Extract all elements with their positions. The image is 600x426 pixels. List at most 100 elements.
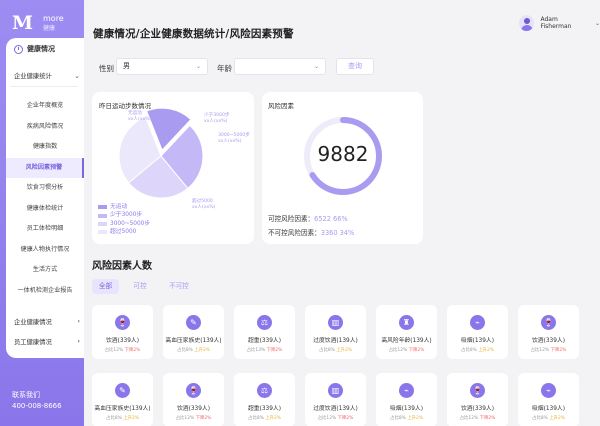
tile-name: 高风险年龄(139人) — [381, 338, 432, 344]
tile-name: 吸烟(139人) — [390, 406, 423, 412]
risk-tile[interactable]: ♜ 高风险年龄(139人) 占比12% 下降2% — [376, 305, 437, 359]
chevron-right-icon: › — [77, 318, 80, 325]
sidebar-group-label: 企业健康统计 — [14, 73, 52, 80]
tile-meta: 占比8% 上升2% — [163, 347, 224, 353]
gender-select[interactable]: 男 ⌄ — [116, 58, 208, 75]
tile-trend: 下降2% — [550, 348, 567, 353]
tile-name: 吸烟(139人) — [461, 338, 494, 344]
sidebar-subitem[interactable]: 健康体检统计 — [6, 199, 84, 220]
tile-meta: 占比8% 上升2% — [376, 415, 437, 421]
risk-tile[interactable]: 🍷 饮酒(339人) 占比12% 下降2% — [518, 305, 579, 359]
gender-label: 性别 — [99, 64, 114, 73]
food-icon: ✎ — [115, 383, 130, 398]
uncontrollable-label: 不可控风险因素： — [268, 229, 321, 237]
sidebar-subitem[interactable]: 风险因素预警 — [6, 157, 84, 178]
tab-all[interactable]: 全部 — [92, 279, 119, 294]
brand-mark: M — [12, 12, 33, 34]
query-button[interactable]: 查询 — [336, 58, 374, 75]
tile-trend: 下降2% — [266, 348, 283, 353]
tile-meta: 占比12% 下降2% — [163, 415, 224, 421]
wine-icon: 🍷 — [115, 315, 130, 330]
gender-value: 男 — [123, 62, 130, 70]
tile-trend: 下降2% — [124, 348, 141, 353]
risk-tile[interactable]: ⌁ 吸烟(139人) 占比8% 上升2% — [376, 373, 437, 426]
brand-word: more — [43, 14, 64, 23]
tile-name: 过度饮酒(139人) — [313, 406, 358, 412]
contact-label: 联系我们 — [12, 391, 40, 399]
sidebar-item-health[interactable]: 健康情况 — [6, 42, 78, 56]
breadcrumb: 健康情况/企业健康数据统计/风险因素预警 — [93, 28, 294, 40]
tile-percent: 占比13% — [246, 348, 266, 353]
sidebar-subitem[interactable]: 健康人物执行情况 — [6, 240, 84, 261]
tab-controllable[interactable]: 可控 — [128, 279, 152, 294]
risk-tile[interactable]: 🍷 饮酒(339人) 占比12% 下降2% — [447, 373, 508, 426]
tile-name: 过度饮酒(139人) — [313, 338, 358, 344]
brand-logo[interactable]: M more 健康 — [12, 12, 76, 34]
smoke-icon: ⌁ — [541, 383, 556, 398]
risk-tile[interactable]: ✎ 高血压家族史(139人) 占比8% 上升2% — [163, 305, 224, 359]
tile-name: 饮酒(339人) — [177, 406, 210, 412]
user-name: Adam Fisherman — [540, 16, 572, 30]
risk-tile[interactable]: ⌁ 吸烟(139人) 占比8% 上升2% — [447, 305, 508, 359]
risk-tile[interactable]: ⌁ 吸烟(139人) 占比8% 上升2% — [518, 373, 579, 426]
tile-percent: 占比8% — [106, 416, 122, 421]
food-icon: ✎ — [186, 315, 201, 330]
tile-percent: 占比8% — [177, 348, 193, 353]
tab-uncontrollable[interactable]: 不可控 — [164, 279, 194, 294]
risk-tile[interactable]: 🍷 饮酒(339人) 占比12% 下降2% — [163, 373, 224, 426]
legend-item: 无运动 — [98, 203, 150, 211]
sidebar-subitem[interactable]: 疾病风险情况 — [6, 117, 84, 138]
smoke-icon: ⌁ — [470, 315, 485, 330]
sidebar-group-enterprise-stats[interactable]: 企业健康统计 ⌄ — [14, 71, 80, 81]
risk-tile[interactable]: ✎ 高血压家族史(139人) 占比8% 上升2% — [92, 373, 153, 426]
pie-label: xx人(xx%) — [204, 118, 228, 124]
tile-percent: 占比8% — [532, 416, 548, 421]
tile-name: 高血压家族史(139人) — [165, 338, 222, 344]
wine-icon: 🍷 — [186, 383, 201, 398]
chevron-right-icon: › — [77, 338, 80, 345]
age-select[interactable]: ⌄ — [234, 58, 326, 75]
wine-icon: 🍷 — [541, 315, 556, 330]
risk-tile[interactable]: ⚖ 超重(339人) 占比13% 下降2% — [234, 305, 295, 359]
sidebar-group-enterprise-health[interactable]: 企业健康情况 › — [14, 317, 80, 326]
legend-item: 3000~5000步 — [98, 220, 150, 228]
tile-trend: 下降2% — [479, 416, 496, 421]
legend-swatch — [98, 205, 107, 210]
tile-meta: 占比8% 上升2% — [447, 347, 508, 353]
chevron-down-icon: ⌄ — [195, 63, 201, 70]
tile-meta: 占比8% 上升2% — [305, 347, 366, 353]
sidebar-subitem[interactable]: 健康指数 — [6, 137, 84, 158]
pie-label: 少于3000步 — [204, 112, 230, 118]
brand-sub: 健康 — [43, 25, 56, 32]
risk-tile[interactable]: ▥ 过度饮酒(139人) 占比12% 下降2% — [305, 373, 366, 426]
sidebar-group-employee-health[interactable]: 员工健康情况 › — [14, 337, 80, 346]
pie-label: 无运动 — [128, 109, 142, 116]
sidebar-item-label: 健康情况 — [27, 45, 55, 53]
risk-tile[interactable]: 🍷 饮酒(339人) 占比12% 下降2% — [92, 305, 153, 359]
pie-label: xx人(xx%) — [218, 138, 242, 144]
risk-tile[interactable]: ▥ 过度饮酒(139人) 占比8% 上升2% — [305, 305, 366, 359]
controllable-risk: 可控风险因素：6522 66% — [268, 213, 348, 223]
chevron-down-icon: ⌄ — [594, 19, 600, 27]
tile-percent: 占比8% — [390, 416, 406, 421]
legend-label: 超过5000 — [110, 229, 137, 236]
legend-item: 超过5000 — [98, 228, 150, 236]
user-menu[interactable]: Adam Fisherman ⌄ — [519, 15, 600, 31]
avatar[interactable] — [519, 15, 535, 31]
tile-trend: 下降2% — [337, 416, 354, 421]
sidebar-subitem[interactable]: 企业年度概览 — [6, 96, 84, 117]
tile-meta: 占比12% 下降2% — [518, 347, 579, 353]
tile-meta: 占比12% 下降2% — [305, 415, 366, 421]
risk-tile[interactable]: ⚖ 超重(339人) 占比8% 上升2% — [234, 373, 295, 426]
tile-trend: 上升2% — [123, 416, 139, 421]
tile-trend: 下降2% — [195, 416, 212, 421]
sidebar-subitem[interactable]: 饮食习惯分析 — [6, 178, 84, 199]
divider — [10, 86, 78, 87]
tile-percent: 占比12% — [388, 348, 408, 353]
sidebar-subitem[interactable]: 员工体检明细 — [6, 219, 84, 240]
sidebar-subitem[interactable]: 一体机检测企业报告 — [6, 281, 84, 302]
tile-percent: 占比12% — [459, 416, 479, 421]
contact-phone[interactable]: 400-008-8666 — [12, 401, 62, 412]
sidebar-subitem[interactable]: 生活方式 — [6, 260, 84, 281]
tile-meta: 占比12% 下降2% — [447, 415, 508, 421]
